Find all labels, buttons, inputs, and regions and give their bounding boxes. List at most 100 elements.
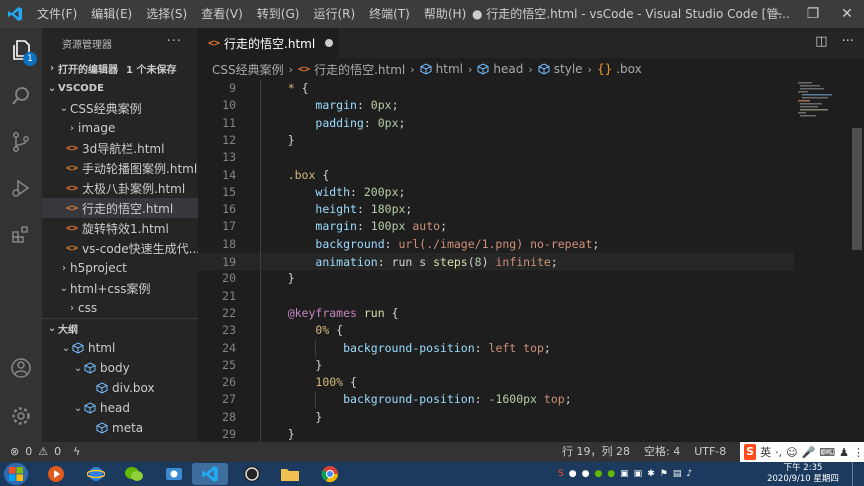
ime-language[interactable]: 英 <box>760 444 771 460</box>
code-line[interactable]: 21 <box>198 288 794 305</box>
code-line[interactable]: 10 margin: 0px; <box>198 97 794 114</box>
tray-qq2-icon[interactable]: ● <box>582 469 590 479</box>
vscode-taskbar-icon[interactable] <box>192 463 228 485</box>
ie-browser-icon[interactable] <box>78 463 114 485</box>
code-line[interactable]: 24 background-position: left top; <box>198 340 794 357</box>
breadcrumb-file[interactable]: 行走的悟空.html <box>314 61 405 78</box>
split-editor-icon[interactable]: ◫ <box>815 34 827 49</box>
ime-menu-icon[interactable]: ⋮ <box>853 446 864 459</box>
tree-folder[interactable]: › image <box>42 118 198 138</box>
code-line[interactable]: 9 * { <box>198 80 794 97</box>
indentation[interactable]: 空格: 4 <box>644 442 680 462</box>
close-button[interactable]: ✕ <box>830 0 864 28</box>
code-line[interactable]: 27 background-position: -1600px top; <box>198 391 794 408</box>
menu-selection[interactable]: 选择(S) <box>139 0 194 28</box>
outline-section[interactable]: ⌄ 大纲 <box>42 318 198 338</box>
obs-icon[interactable] <box>234 463 270 485</box>
code-line[interactable]: 13 <box>198 149 794 166</box>
run-debug-icon[interactable] <box>7 174 35 202</box>
sogou-ime-icon[interactable]: S <box>744 444 757 460</box>
menu-file[interactable]: 文件(F) <box>30 0 84 28</box>
code-line[interactable]: 19 animation: run s steps(8) infinite; <box>198 253 794 271</box>
code-line[interactable]: 26 100% { <box>198 374 794 391</box>
menu-terminal[interactable]: 终端(T) <box>362 0 417 28</box>
taskbar-clock[interactable]: 下午 2:35 2020/9/10 星期四 <box>766 463 840 485</box>
ime-skin-icon[interactable]: ♟ <box>839 446 849 459</box>
tree-folder[interactable]: › h5project <box>42 258 198 278</box>
tray-qq-icon[interactable]: ● <box>569 469 577 479</box>
code-line[interactable]: 15 width: 200px; <box>198 184 794 201</box>
menu-edit[interactable]: 编辑(E) <box>84 0 139 28</box>
tray-app-icon[interactable]: ▣ <box>620 469 629 479</box>
ime-mic-icon[interactable]: 🎤 <box>802 446 816 459</box>
tree-file[interactable]: <> 旋转特效1.html <box>42 218 198 238</box>
workspace-section[interactable]: ⌄ VSCODE <box>42 78 198 98</box>
unsaved-dot-icon[interactable] <box>325 39 334 47</box>
tree-folder[interactable]: › css <box>42 298 198 318</box>
code-line[interactable]: 29 } <box>198 426 794 442</box>
outline-item[interactable]: ⌄ html <box>42 338 198 358</box>
outline-item[interactable]: ⌄ body <box>42 358 198 378</box>
file-explorer-icon[interactable] <box>272 463 308 485</box>
scrollbar-thumb[interactable] <box>852 128 862 250</box>
tray-network-icon[interactable]: ▤ <box>673 469 682 479</box>
breadcrumb-folder[interactable]: CSS经典案例 <box>212 61 284 78</box>
menu-go[interactable]: 转到(G) <box>250 0 307 28</box>
tray-sogou-icon[interactable]: S <box>558 469 564 479</box>
tree-folder[interactable]: ⌄ html+css案例 <box>42 278 198 298</box>
explorer-icon[interactable]: 1 <box>7 36 37 66</box>
tree-file[interactable]: <> 3d导航栏.html <box>42 138 198 158</box>
code-line[interactable]: 25 } <box>198 357 794 374</box>
menu-run[interactable]: 运行(R) <box>306 0 362 28</box>
show-desktop-button[interactable] <box>852 462 864 486</box>
network-app-icon[interactable] <box>156 463 192 485</box>
tray-wechat-icon[interactable]: ● <box>594 469 602 479</box>
ime-punct-icon[interactable]: ·, <box>775 446 782 459</box>
minimap[interactable] <box>794 80 850 442</box>
maximize-button[interactable]: ❐ <box>796 0 830 28</box>
tray-wechat2-icon[interactable]: ● <box>607 469 615 479</box>
outline-item[interactable]: ⌄ head <box>42 398 198 418</box>
breadcrumb-selector[interactable]: .box <box>616 62 642 76</box>
wechat-icon[interactable] <box>116 463 152 485</box>
open-editors-section[interactable]: › 打开的编辑器 1 个未保存 <box>42 58 198 78</box>
code-line[interactable]: 20 } <box>198 270 794 287</box>
tree-file[interactable]: <> 太极八卦案例.html <box>42 178 198 198</box>
code-line[interactable]: 11 padding: 0px; <box>198 115 794 132</box>
code-line[interactable]: 17 margin: 100px auto; <box>198 218 794 235</box>
tab-active-file[interactable]: <> 行走的悟空.html <box>198 28 338 58</box>
account-icon[interactable] <box>7 354 35 382</box>
cursor-position[interactable]: 行 19，列 28 <box>562 442 630 462</box>
tree-file[interactable]: <> 手动轮播图案例.html <box>42 158 198 178</box>
tray-bluetooth-icon[interactable]: ✱ <box>647 469 655 479</box>
code-line[interactable]: 22 @keyframes run { <box>198 305 794 322</box>
tray-volume-icon[interactable]: ♪ <box>686 469 692 479</box>
code-line[interactable]: 12 } <box>198 132 794 149</box>
code-line[interactable]: 23 0% { <box>198 322 794 339</box>
tray-flag-icon[interactable]: ⚑ <box>660 469 668 479</box>
code-line[interactable]: 18 background: url(./image/1.png) no-rep… <box>198 236 794 253</box>
menu-view[interactable]: 查看(V) <box>194 0 250 28</box>
code-line[interactable]: 14 .box { <box>198 167 794 184</box>
problems-indicator[interactable]: ⊗ 0 ⚠ 0 ϟ <box>10 442 80 462</box>
start-button-icon[interactable] <box>4 463 28 485</box>
more-editor-actions-icon[interactable]: ··· <box>842 34 854 49</box>
tray-app2-icon[interactable]: ▣ <box>634 469 643 479</box>
ime-emoji-icon[interactable]: ☺ <box>786 446 797 459</box>
extensions-icon[interactable] <box>7 220 35 248</box>
code-line[interactable]: 16 height: 180px; <box>198 201 794 218</box>
tree-file[interactable]: <> vs-code快速生成代... <box>42 238 198 258</box>
ime-keyboard-icon[interactable]: ⌨ <box>819 446 835 459</box>
code-line[interactable]: 28 } <box>198 409 794 426</box>
search-icon[interactable] <box>7 82 35 110</box>
tree-file[interactable]: <> 行走的悟空.html <box>42 198 198 218</box>
outline-item[interactable]: meta <box>42 418 198 438</box>
more-actions-button[interactable]: ··· <box>167 34 182 49</box>
menu-help[interactable]: 帮助(H) <box>417 0 473 28</box>
media-player-icon[interactable] <box>38 463 74 485</box>
breadcrumb-html[interactable]: html <box>436 62 463 76</box>
minimize-button[interactable]: – <box>762 0 796 28</box>
encoding[interactable]: UTF-8 <box>694 442 726 462</box>
lightning-icon[interactable]: ϟ <box>73 442 80 462</box>
tree-folder[interactable]: ⌄ CSS经典案例 <box>42 98 198 118</box>
